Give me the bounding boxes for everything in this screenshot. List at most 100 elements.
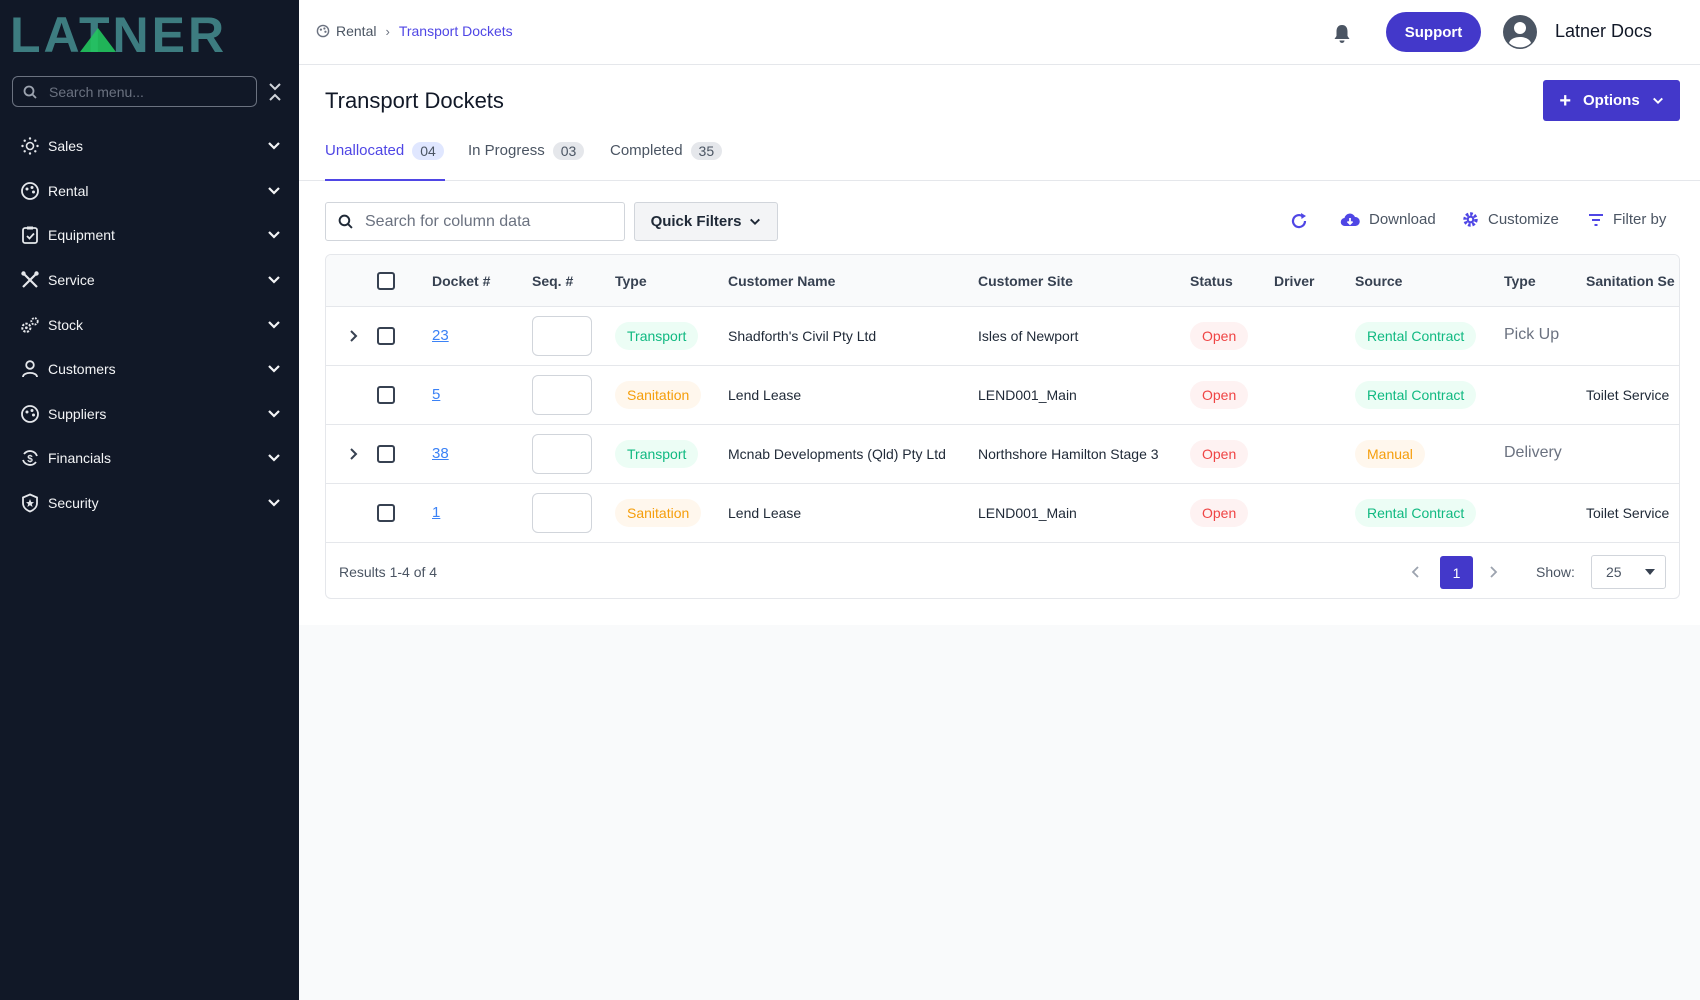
- row-checkbox[interactable]: [377, 327, 395, 345]
- status-badge: Open: [1190, 440, 1249, 468]
- sidebar-item-financials[interactable]: $ Financials: [0, 436, 299, 481]
- select-all-checkbox[interactable]: [377, 272, 395, 290]
- logo-text: LATNER: [10, 12, 227, 56]
- breadcrumb: Rental › Transport Dockets: [316, 23, 513, 39]
- sequence-input[interactable]: [532, 316, 592, 356]
- previous-page-icon[interactable]: [1409, 565, 1423, 579]
- sidebar-item-service[interactable]: Service: [0, 258, 299, 303]
- row-checkbox[interactable]: [377, 445, 395, 463]
- sidebar-item-label: Suppliers: [48, 405, 107, 422]
- transport-type: Delivery: [1504, 444, 1562, 461]
- tab-count-badge: 03: [552, 142, 585, 160]
- row-checkbox[interactable]: [377, 504, 395, 522]
- gear-icon: [1463, 212, 1478, 227]
- column-header-type[interactable]: Type: [615, 273, 647, 289]
- customize-button[interactable]: Customize: [1462, 211, 1559, 228]
- filter-by-label: Filter by: [1613, 211, 1667, 228]
- chevron-down-icon: [268, 365, 280, 373]
- column-header-source[interactable]: Source: [1355, 273, 1402, 289]
- tab-label: Unallocated: [325, 142, 405, 159]
- column-header-seq[interactable]: Seq. #: [532, 273, 573, 289]
- breadcrumb-rental[interactable]: Rental: [336, 23, 376, 39]
- sequence-input[interactable]: [532, 493, 592, 533]
- tab-count-badge: 04: [412, 142, 444, 160]
- status-badge: Open: [1190, 322, 1249, 350]
- column-header-docket[interactable]: Docket #: [432, 273, 490, 289]
- transport-type: Pick Up: [1504, 326, 1560, 343]
- refresh-icon: [1291, 213, 1307, 229]
- column-search-placeholder: Search for column data: [365, 212, 531, 230]
- status-badge: Open: [1190, 499, 1249, 527]
- column-header-sanitation[interactable]: Sanitation Se: [1586, 273, 1675, 289]
- tab-unallocated[interactable]: Unallocated 04: [325, 135, 445, 181]
- sidebar-item-label: Sales: [48, 138, 84, 155]
- sequence-input[interactable]: [532, 434, 592, 474]
- table-row[interactable]: 38 Transport Mcnab Developments (Qld) Pty …: [326, 425, 1679, 484]
- download-button[interactable]: Download: [1340, 211, 1436, 228]
- sidebar-item-customers[interactable]: Customers: [0, 347, 299, 392]
- palette-icon: [20, 404, 40, 424]
- column-search-input[interactable]: Search for column data: [325, 202, 625, 241]
- palette-icon: [316, 24, 330, 38]
- type-badge: Transport: [615, 322, 699, 350]
- column-header-customer-name[interactable]: Customer Name: [728, 273, 835, 289]
- breadcrumb-transport-dockets[interactable]: Transport Dockets: [399, 23, 513, 39]
- options-button[interactable]: + Options: [1543, 80, 1680, 121]
- avatar[interactable]: [1503, 15, 1537, 49]
- table-row[interactable]: 5 Sanitation Lend Lease LEND001_Main Open Ren…: [326, 366, 1679, 425]
- table-row[interactable]: 1 Sanitation Lend Lease LEND001_Main Open Ren…: [326, 484, 1679, 543]
- download-label: Download: [1369, 211, 1436, 228]
- tools-icon: [20, 270, 40, 290]
- type-badge: Sanitation: [615, 499, 702, 527]
- cogs-icon: [20, 315, 40, 335]
- sanitation-service: Toilet Service: [1586, 387, 1670, 403]
- column-header-type-2[interactable]: Type: [1504, 273, 1536, 289]
- options-label: Options: [1583, 92, 1640, 109]
- expand-row-icon[interactable]: [346, 447, 360, 461]
- refresh-button[interactable]: [1289, 211, 1309, 231]
- sidebar-item-rental[interactable]: Rental: [0, 169, 299, 214]
- docket-number-link[interactable]: 5: [432, 386, 440, 403]
- table-row[interactable]: 23 Transport Shadforth's Civil Pty Ltd Isle…: [326, 307, 1679, 366]
- customer-site: LEND001_Main: [978, 387, 1077, 403]
- sidebar-item-label: Equipment: [48, 227, 115, 244]
- sidebar-item-suppliers[interactable]: Suppliers: [0, 392, 299, 437]
- collapse-all-icon[interactable]: [268, 82, 282, 102]
- source-badge: Rental Contract: [1355, 381, 1477, 409]
- tab-in-progress[interactable]: In Progress 03: [468, 135, 585, 181]
- sidebar-item-equipment[interactable]: Equipment: [0, 213, 299, 258]
- next-page-icon[interactable]: [1486, 565, 1500, 579]
- support-button[interactable]: Support: [1386, 12, 1481, 52]
- docket-number-link[interactable]: 38: [432, 445, 449, 462]
- plus-icon: +: [1559, 89, 1571, 112]
- column-header-customer-site[interactable]: Customer Site: [978, 273, 1073, 289]
- table-footer: Results 1-4 of 4 1 Show: 25: [326, 545, 1679, 598]
- sun-dots-icon: [20, 136, 40, 156]
- column-header-status[interactable]: Status: [1190, 273, 1233, 289]
- row-checkbox[interactable]: [377, 386, 395, 404]
- sidebar-item-label: Customers: [48, 361, 116, 378]
- chevron-down-icon: [268, 187, 280, 195]
- menu-search-input[interactable]: Search menu...: [12, 76, 257, 107]
- page-size-select[interactable]: 25: [1591, 555, 1666, 589]
- notification-bell-icon[interactable]: [1332, 23, 1352, 45]
- sidebar-item-stock[interactable]: Stock: [0, 302, 299, 347]
- sidebar-item-sales[interactable]: Sales: [0, 124, 299, 169]
- column-header-driver[interactable]: Driver: [1274, 273, 1314, 289]
- docket-number-link[interactable]: 23: [432, 327, 449, 344]
- quick-filters-button[interactable]: Quick Filters: [634, 202, 778, 241]
- sidebar-item-label: Service: [48, 272, 95, 289]
- sequence-input[interactable]: [532, 375, 592, 415]
- sidebar-item-security[interactable]: Security: [0, 481, 299, 526]
- filter-by-button[interactable]: Filter by: [1588, 211, 1666, 228]
- breadcrumb-separator-icon: ›: [385, 23, 390, 39]
- user-name[interactable]: Latner Docs: [1555, 21, 1652, 42]
- type-badge: Sanitation: [615, 381, 702, 409]
- chevron-down-icon: [268, 276, 280, 284]
- expand-row-icon[interactable]: [346, 329, 360, 343]
- page-number-button[interactable]: 1: [1440, 556, 1473, 589]
- svg-text:$: $: [27, 454, 33, 465]
- docket-number-link[interactable]: 1: [432, 504, 440, 521]
- chevron-down-icon: [1652, 97, 1663, 104]
- tab-completed[interactable]: Completed 35: [610, 135, 723, 181]
